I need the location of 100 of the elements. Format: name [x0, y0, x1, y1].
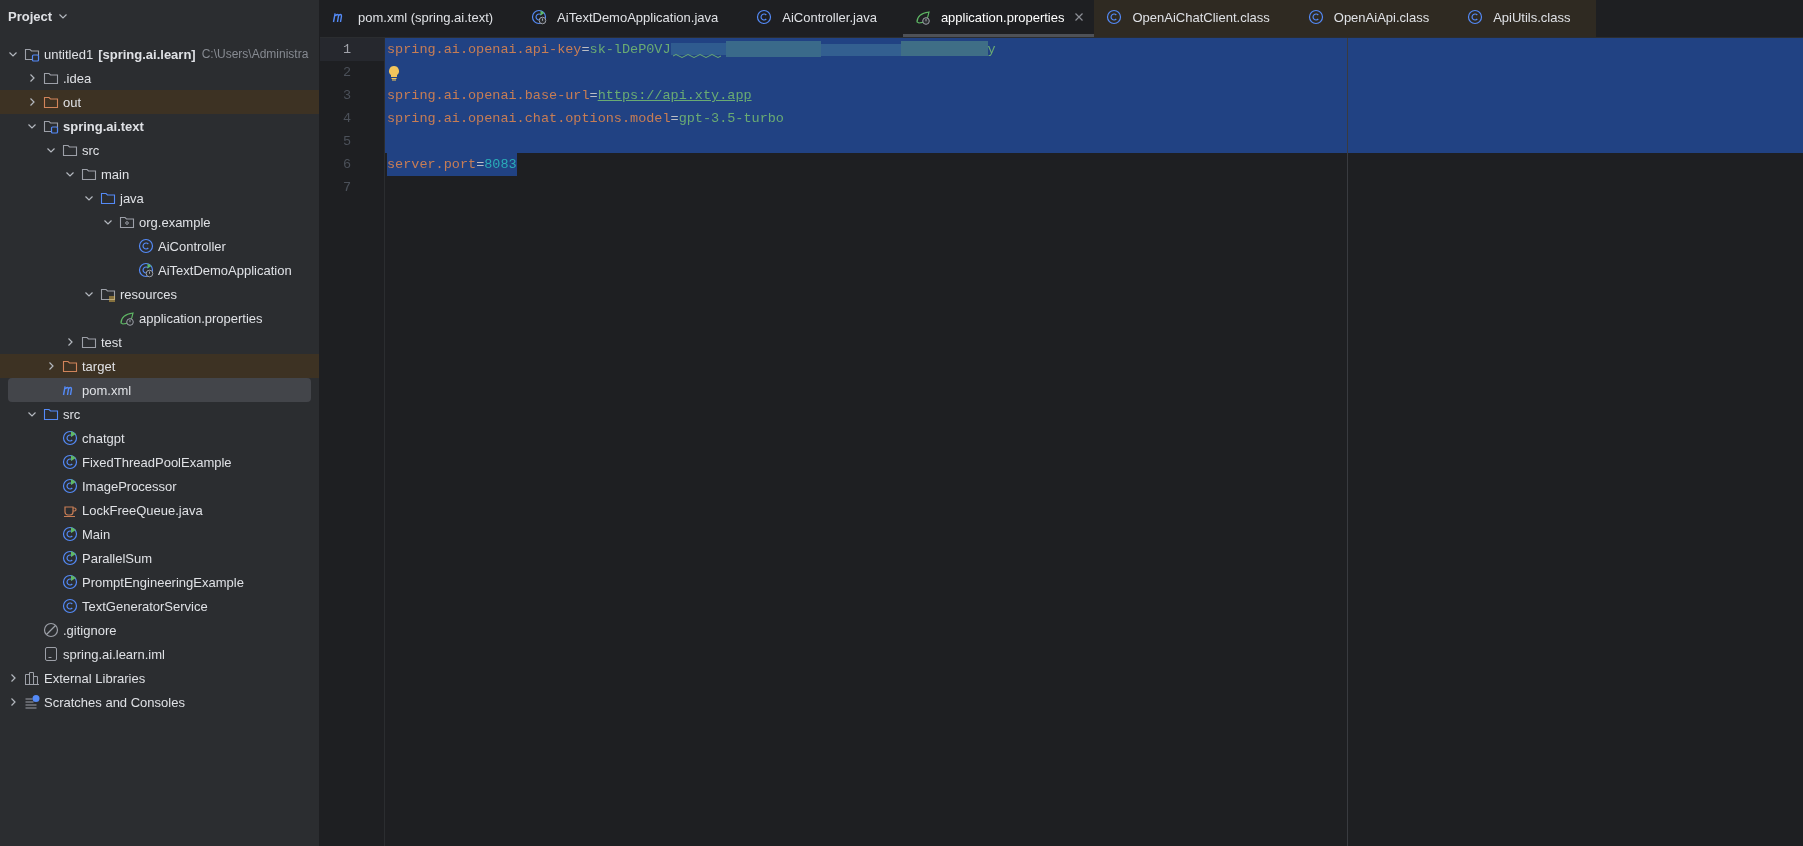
tab-label: application.properties [940, 9, 1065, 25]
tab-label: OpenAiApi.class [1333, 9, 1430, 25]
lightbulb-icon[interactable] [387, 64, 401, 81]
chevron-down-icon[interactable] [84, 193, 94, 203]
tree-item-label: TextGeneratorService [82, 598, 208, 614]
class-icon [62, 598, 78, 614]
module-folder-icon [24, 46, 40, 62]
tree-item[interactable]: AiController [8, 234, 311, 258]
class-icon [138, 238, 154, 254]
tree-item-label: Main [82, 526, 111, 542]
chevron-right-icon[interactable] [46, 361, 56, 371]
tree-item[interactable]: spring.ai.learn.iml [8, 642, 311, 666]
class-icon [756, 9, 773, 25]
ignore-icon [43, 622, 59, 638]
chevron-right-icon[interactable] [65, 337, 75, 347]
tree-item-label: chatgpt [82, 430, 125, 446]
code-text: spring.ai.openai.base-url=https://api.xty.app [387, 87, 752, 105]
tree-item[interactable]: PromptEngineeringExample [8, 570, 311, 594]
editor-tab[interactable]: AiController.java [744, 0, 903, 37]
tab-label: AiTextDemoApplication.java [557, 9, 719, 25]
tree-item[interactable]: TextGeneratorService [8, 594, 311, 618]
tree-item[interactable]: untitled1 [spring.ai.learn] C:\Users\Administra [8, 42, 311, 66]
tab-label: pom.xml (spring.ai.text) [358, 9, 494, 25]
tree-item[interactable]: .gitignore [8, 618, 311, 642]
class-icon [1307, 9, 1324, 25]
code-text: y [987, 41, 996, 59]
tree-item-label: test [101, 334, 122, 350]
tree-item[interactable]: ParallelSum [8, 546, 311, 570]
tree-item-label: AiTextDemoApplication [158, 262, 292, 278]
class-icon [62, 430, 78, 446]
chevron-right-icon[interactable] [8, 697, 18, 707]
tree-item-label: org.example [139, 214, 211, 230]
editor-tab[interactable]: OpenAiChatClient.class [1094, 0, 1296, 37]
tree-item[interactable]: main [8, 162, 311, 186]
scratches-icon [24, 694, 40, 710]
tree-item[interactable]: src [8, 138, 311, 162]
tree-item[interactable]: pom.xml [8, 378, 311, 402]
class-icon [62, 454, 78, 470]
tree-item[interactable]: org.example [8, 210, 311, 234]
tree-item[interactable]: Main [8, 522, 311, 546]
folder-icon [43, 94, 59, 110]
chevron-right-icon[interactable] [27, 73, 37, 83]
class-icon [138, 262, 154, 278]
chevron-down-icon[interactable] [65, 169, 75, 179]
folder-icon [62, 358, 78, 374]
tree-item-label: resources [120, 286, 178, 302]
editor-tab[interactable]: OpenAiApi.class [1295, 0, 1456, 37]
leaf-icon [914, 9, 931, 25]
tree-item[interactable]: out [0, 90, 319, 114]
leaf-icon [119, 310, 135, 326]
chevron-down-icon[interactable] [46, 145, 56, 155]
chevron-down-icon[interactable] [27, 409, 37, 419]
tree-item[interactable]: LockFreeQueue.java [8, 498, 311, 522]
tree-item[interactable]: java [8, 186, 311, 210]
tab-label: AiController.java [782, 9, 877, 25]
class-icon [62, 550, 78, 566]
editor-tab[interactable]: AiTextDemoApplication.java [519, 0, 745, 37]
code-text: server.port=8083 [387, 153, 517, 176]
tree-item[interactable]: .idea [8, 66, 311, 90]
tree-item[interactable]: External Libraries [8, 666, 311, 690]
chevron-down-icon[interactable] [8, 49, 18, 59]
class-icon [62, 526, 78, 542]
folder-icon [43, 70, 59, 86]
tree-item[interactable]: ImageProcessor [8, 474, 311, 498]
tree-item-label: out [63, 94, 82, 110]
tree-item[interactable]: target [0, 354, 319, 378]
tree-item[interactable]: AiTextDemoApplication [8, 258, 311, 282]
chevron-down-icon[interactable] [27, 121, 37, 131]
tree-item[interactable]: spring.ai.text [8, 114, 311, 138]
tree-item-label: PromptEngineeringExample [82, 574, 244, 590]
code-text: spring.ai.openai.api-key=sk-lDeP0VJ [387, 41, 671, 59]
folder-icon [62, 142, 78, 158]
chevron-down-icon[interactable] [84, 289, 94, 299]
class-icon [62, 574, 78, 590]
chevron-down-icon[interactable] [58, 11, 69, 21]
tree-item-label: java [120, 190, 144, 206]
chevron-right-icon[interactable] [27, 97, 37, 107]
editor-tab[interactable]: ApiUtils.class [1455, 0, 1597, 37]
panel-title[interactable]: Project [8, 8, 53, 24]
chevron-down-icon[interactable] [103, 217, 113, 227]
module-folder-icon [43, 118, 59, 134]
tree-item[interactable]: resources [8, 282, 311, 306]
close-icon[interactable] [1074, 12, 1085, 22]
tree-item-label: LockFreeQueue.java [82, 502, 203, 518]
tree-item[interactable]: test [8, 330, 311, 354]
tree-item-label: spring.ai.learn.iml [63, 646, 165, 662]
chevron-right-icon[interactable] [8, 673, 18, 683]
tab-label: OpenAiChatClient.class [1132, 9, 1270, 25]
tree-item-label: .idea [63, 70, 92, 86]
tree-item[interactable]: application.properties [8, 306, 311, 330]
tree-item-label: ImageProcessor [82, 478, 177, 494]
editor-tab[interactable]: pom.xml (spring.ai.text) [320, 0, 520, 37]
tree-item[interactable]: Scratches and Consoles [8, 690, 311, 714]
class-icon [62, 478, 78, 494]
file-icon [43, 646, 59, 662]
tree-item-label: src [82, 142, 100, 158]
tree-item-label: External Libraries [44, 670, 146, 686]
tree-item[interactable]: chatgpt [8, 426, 311, 450]
tree-item[interactable]: FixedThreadPoolExample [8, 450, 311, 474]
tree-item[interactable]: src [8, 402, 311, 426]
